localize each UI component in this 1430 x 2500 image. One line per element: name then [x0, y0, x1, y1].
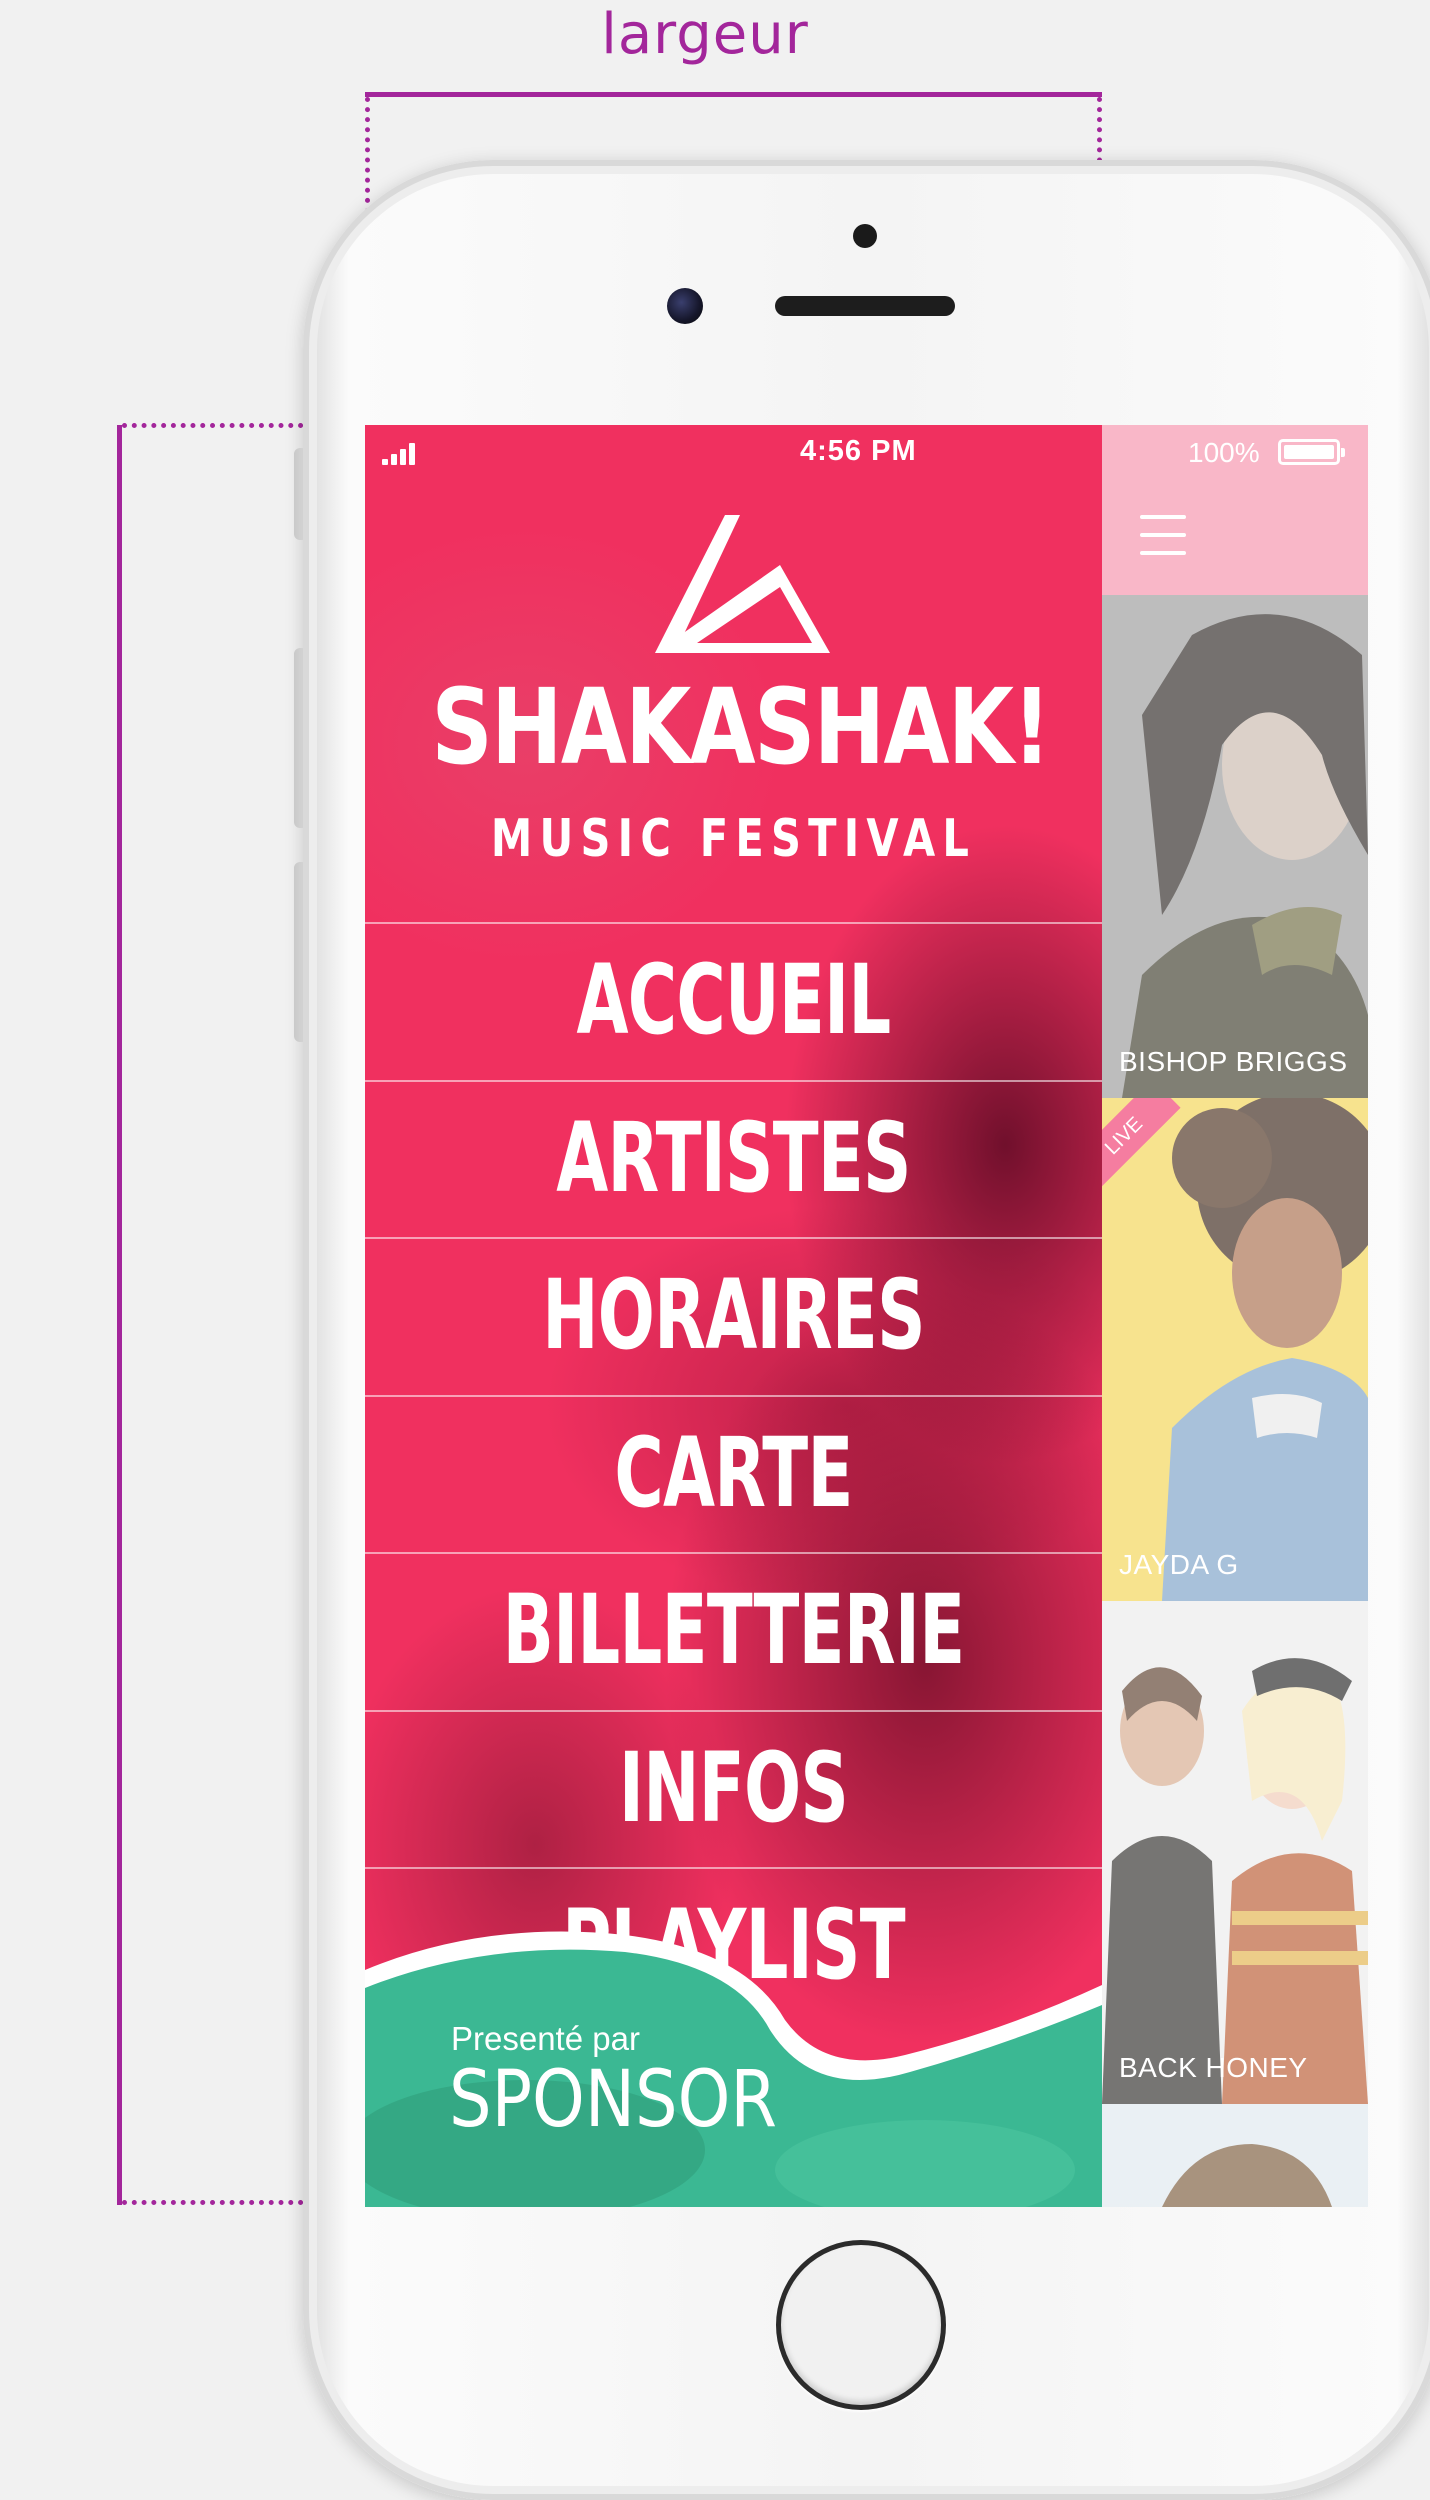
- menu-item-artistes[interactable]: ARTISTES: [365, 1079, 1102, 1238]
- sponsor-name: SPONSOR: [449, 2055, 778, 2145]
- artist-card[interactable]: [1102, 2104, 1368, 2207]
- app-header: 100%: [1102, 425, 1368, 595]
- artist-photo: [1102, 1601, 1368, 2104]
- menu-item-accueil[interactable]: ACCUEIL: [365, 922, 1102, 1080]
- width-annotation-line: [365, 92, 1102, 97]
- navigation-drawer: 4:56 PM SHAKASHAK! MUSIC FESTIVAL ACCUEI…: [365, 425, 1102, 2207]
- festival-subtitle: MUSIC FESTIVAL: [490, 809, 977, 869]
- artist-name: BACK HONEY: [1119, 2052, 1308, 2083]
- artist-card[interactable]: LIVE JAYDA G: [1102, 1098, 1368, 1601]
- artist-name: JAYDA G: [1119, 1549, 1239, 1580]
- height-annotation-line: [117, 425, 122, 2205]
- menu-item-label: CARTE: [614, 1416, 853, 1529]
- artist-name: BISHOP BRIGGS: [1119, 1046, 1348, 1077]
- artist-photo: [1102, 595, 1368, 1098]
- menu-item-horaires[interactable]: HORAIRES: [365, 1237, 1102, 1395]
- menu-item-label: ARTISTES: [556, 1101, 911, 1214]
- menu-item-label: HORAIRES: [542, 1259, 925, 1371]
- menu-item-label: BILLETTERIE: [502, 1574, 966, 1686]
- artist-card[interactable]: BACK HONEY: [1102, 1601, 1368, 2104]
- battery-percentage: 100%: [1188, 437, 1260, 468]
- status-time: 4:56 PM: [800, 435, 917, 467]
- proximity-sensor: [853, 224, 877, 248]
- menu-item-billetterie[interactable]: BILLETTERIE: [365, 1552, 1102, 1710]
- triangle-logo-icon: [655, 515, 830, 653]
- menu-item-carte[interactable]: CARTE: [365, 1394, 1102, 1553]
- drawer-menu: ACCUEIL ARTISTES HORAIRES CARTE BILLETTE…: [365, 922, 1102, 2025]
- artist-card[interactable]: BISHOP BRIGGS: [1102, 595, 1368, 1098]
- front-camera: [667, 288, 703, 324]
- cellular-signal-icon: [382, 443, 422, 465]
- hamburger-menu-icon[interactable]: [1140, 515, 1186, 555]
- sponsor-presented-by: Presenté par: [451, 2020, 640, 2057]
- artist-photo: [1102, 1098, 1368, 1601]
- earpiece-speaker: [775, 296, 955, 316]
- phone-screen: 100% BISHOP BRIGGS LIVE JAYDA G BACK HON…: [365, 425, 1368, 2207]
- festival-title: SHAKASHAK!: [431, 666, 1051, 788]
- artist-photo: [1102, 2104, 1368, 2207]
- battery-full-icon: [1278, 439, 1345, 465]
- menu-item-label: INFOS: [618, 1731, 849, 1844]
- width-annotation-label: largeur: [601, 2, 809, 67]
- home-button[interactable]: [776, 2240, 946, 2410]
- height-annotation-label: hauteur: [0, 1090, 4, 1318]
- status-bar: 4:56 PM: [365, 425, 1102, 485]
- menu-item-infos[interactable]: INFOS: [365, 1709, 1102, 1868]
- menu-item-label: ACCUEIL: [576, 944, 891, 1056]
- app-content-peek: 100% BISHOP BRIGGS LIVE JAYDA G BACK HON…: [1102, 425, 1368, 2207]
